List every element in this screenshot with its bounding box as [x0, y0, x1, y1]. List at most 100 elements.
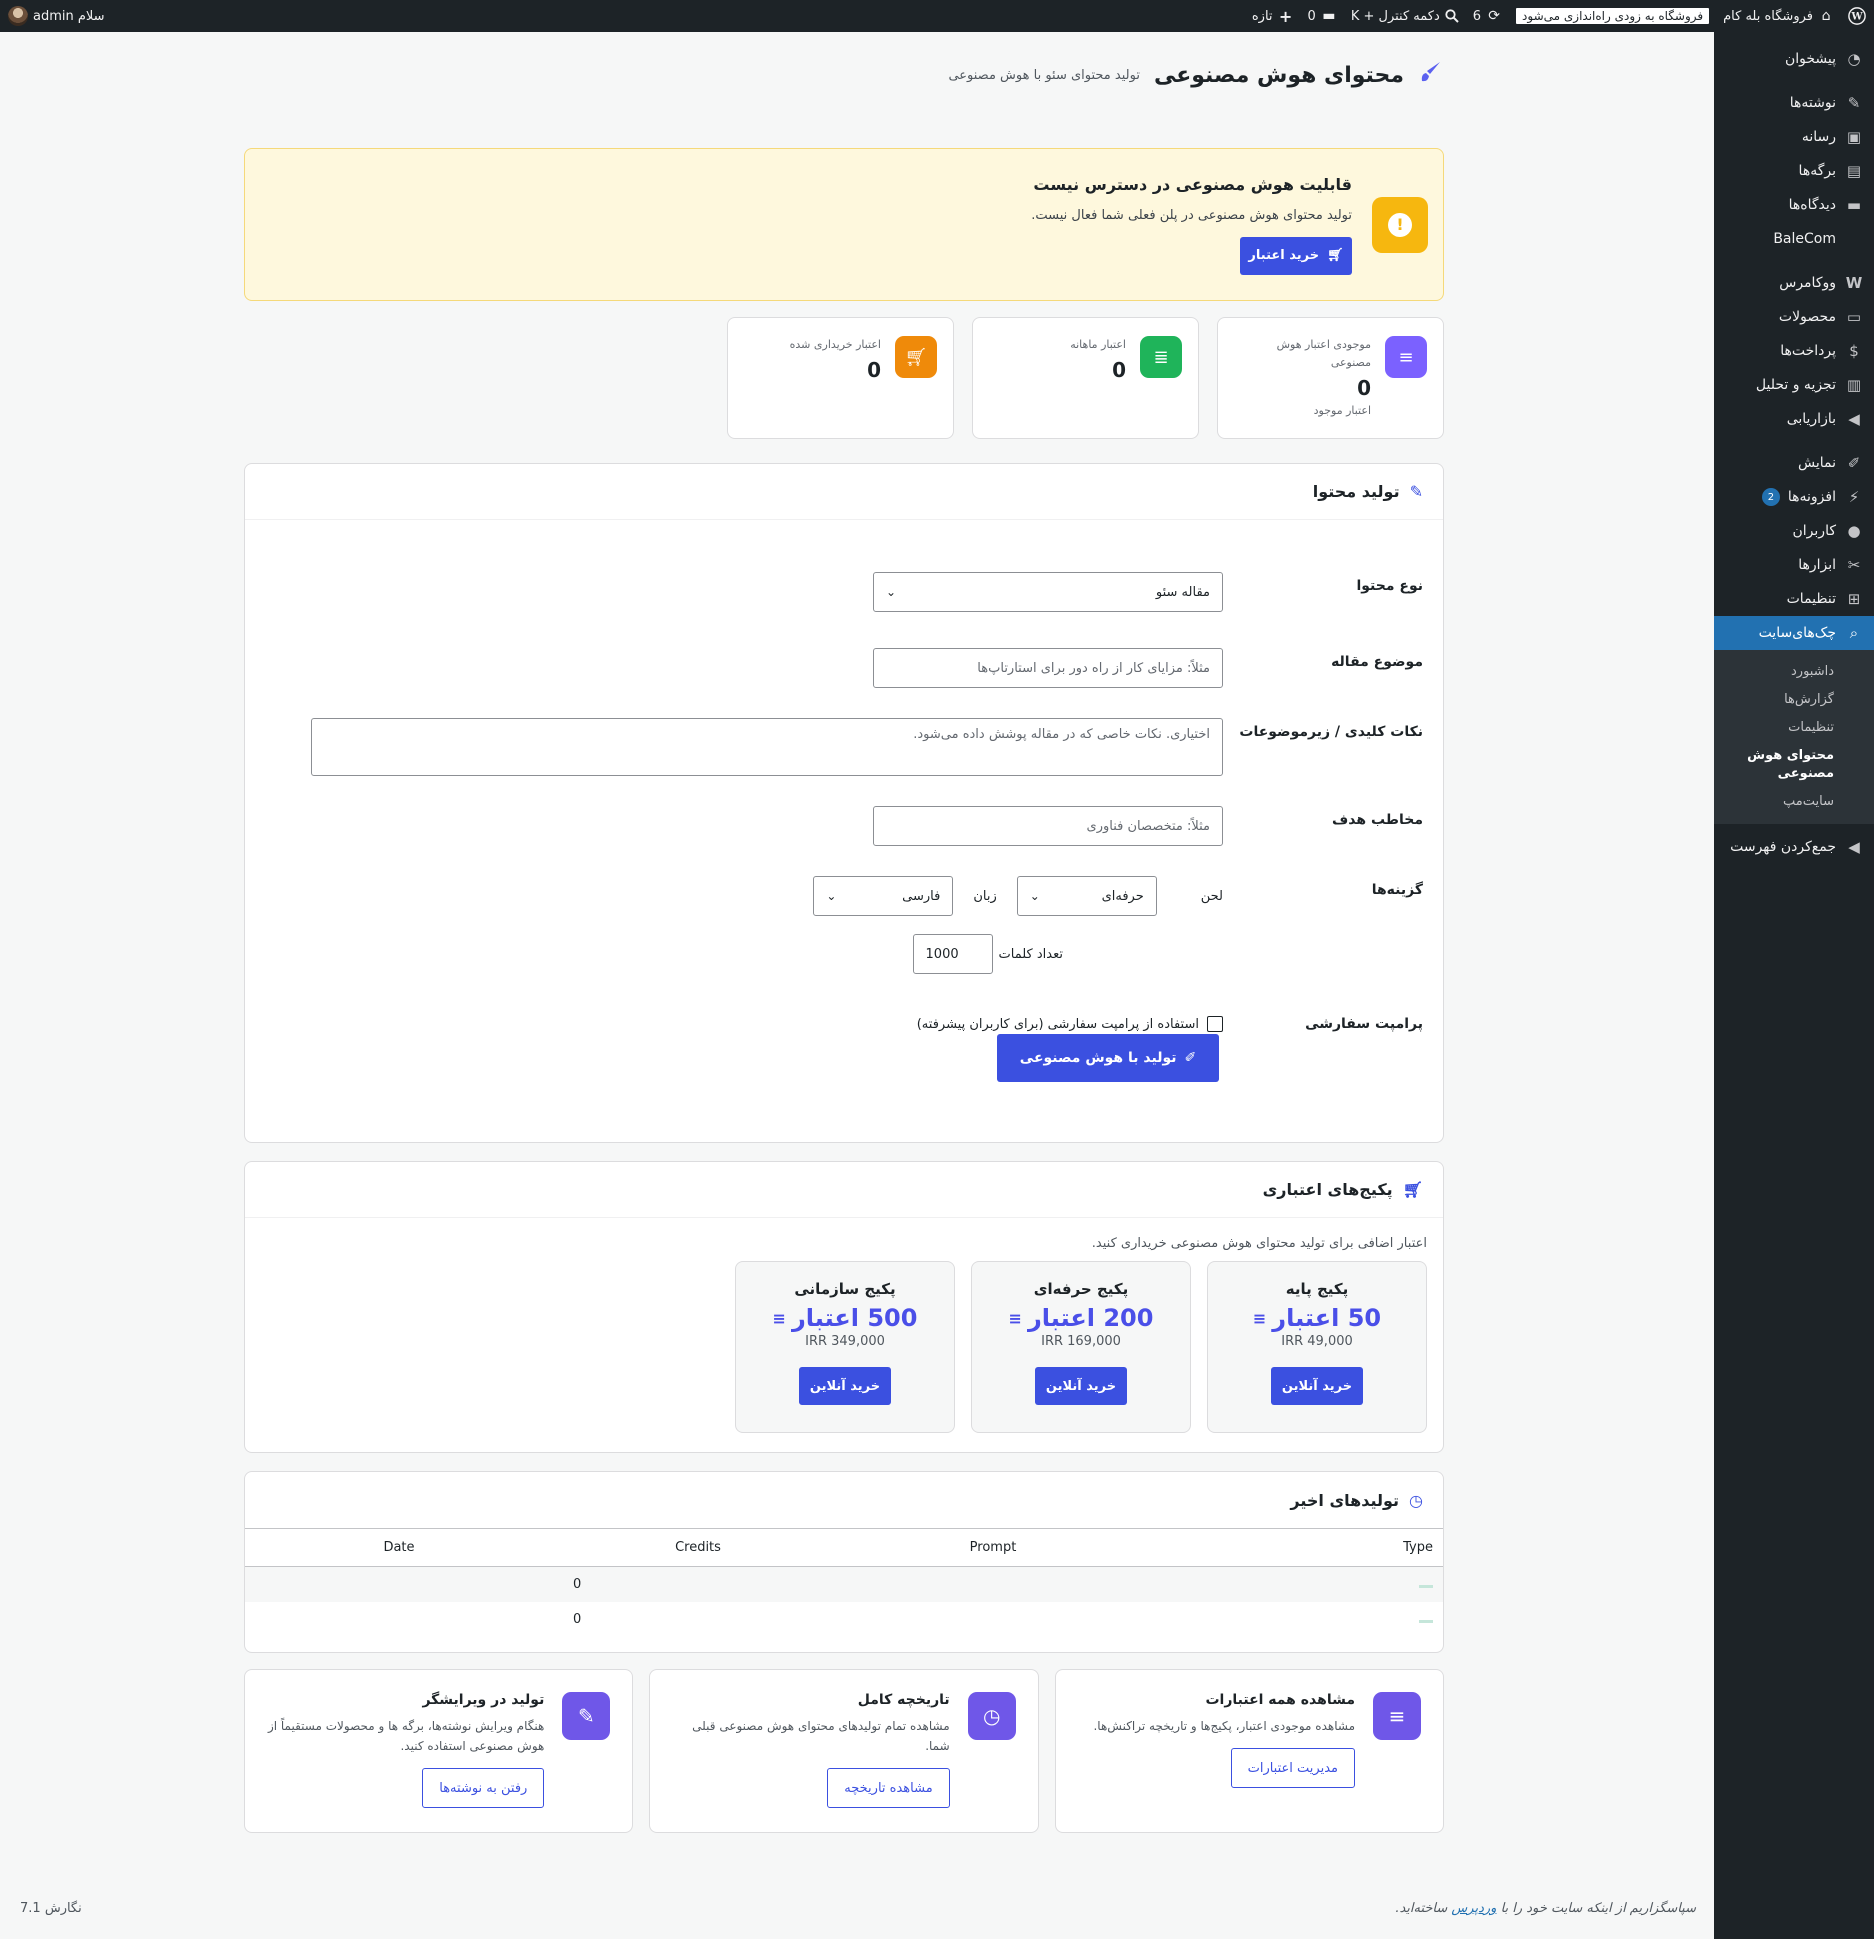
woo-icon: W [1845, 274, 1863, 292]
comment-icon: ▬ [1322, 8, 1336, 24]
clock-icon: ◷ [967, 1692, 1016, 1740]
recent-card-header: ◷ تولیدهای اخیر [1290, 1490, 1423, 1510]
brush-icon [1418, 59, 1444, 92]
sidebar-item-dashboard[interactable]: ◔ پیشخوان [1714, 42, 1874, 76]
site-checks-submenu: داشبورد گزارش‌ها تنظیمات محتوای هوش مصنو… [1714, 650, 1874, 824]
buy-package-pro-button[interactable]: خرید آنلاین [1035, 1367, 1127, 1405]
sidebar-item-site-checks[interactable]: ⌕ چک‌های‌سایت [1706, 616, 1874, 650]
submenu-ai-content[interactable]: محتوای هوش مصنوعی [1714, 742, 1874, 788]
ai-unavailable-notice: ! قابلیت هوش مصنوعی در دسترس نیست تولید … [244, 148, 1444, 301]
cart-icon: 🛒︎ [1402, 1180, 1423, 1199]
sidebar-item-plugins[interactable]: ⚡ افزونه‌ها 2 [1714, 480, 1874, 514]
sidebar-item-payments[interactable]: $ پرداخت‌ها [1714, 334, 1874, 368]
buy-package-basic-button[interactable]: خرید آنلاین [1271, 1367, 1363, 1405]
wordpress-logo-icon[interactable]: W [1848, 7, 1866, 25]
credit-stats: ≡ موجودی اعتبار هوش مصنوعی 0 اعتبار موجو… [244, 317, 1444, 439]
sidebar-item-balecom[interactable]: BaleCom [1714, 222, 1874, 256]
cart-icon: 🛒︎ [895, 336, 937, 378]
sidebar-item-comments[interactable]: ▬ دیدگاه‌ها [1714, 188, 1874, 222]
plugins-update-badge: 2 [1761, 488, 1780, 506]
command-search[interactable]: دکمه کنترل + K [1351, 9, 1459, 24]
pencil-icon: ✎ [562, 1692, 611, 1740]
admin-footer: سپاسگزاریم از اینکه سایت خود را با وردپر… [0, 1879, 1714, 1939]
page-header: محتوای هوش مصنوعی تولید محتوای سئو با هو… [244, 32, 1444, 108]
submenu-reports[interactable]: گزارش‌ها [1714, 686, 1874, 714]
recent-generations-card: ◷ تولیدهای اخیر Type Prompt Credits Date [244, 1471, 1444, 1653]
sidebar-item-settings[interactable]: ⊞ تنظیمات [1714, 582, 1874, 616]
sidebar-item-woocommerce[interactable]: W ووکامرس [1714, 266, 1874, 300]
buy-credit-button[interactable]: 🛒︎ خرید اعتبار [1240, 236, 1352, 275]
collapse-menu-button[interactable]: ◀ جمع‌کردن فهرست [1714, 830, 1874, 864]
footer-thanks: سپاسگزاریم از اینکه سایت خود را با وردپر… [1395, 1901, 1696, 1916]
avatar [8, 6, 28, 26]
plugins-icon: ⚡ [1848, 488, 1860, 506]
audience-input[interactable]: مثلاً: متخصصان فناوری [873, 806, 1223, 846]
users-icon: ● [1847, 522, 1861, 540]
column-prompt: Prompt [843, 1528, 1143, 1567]
chevron-down-icon: ⌄ [1029, 889, 1040, 903]
home-icon: ⌂ [1821, 8, 1831, 24]
my-account-link[interactable]: سلام admin [8, 6, 105, 26]
sidebar-item-media[interactable]: ▣ رسانه [1714, 120, 1874, 154]
generate-ai-button[interactable]: ✐ تولید با هوش مصنوعی [997, 1034, 1219, 1082]
footer-version: نگارش 7.1 [20, 1901, 82, 1916]
sidebar-item-pages[interactable]: ▤ برگه‌ها [1714, 154, 1874, 188]
sidebar-item-appearance[interactable]: ✐ نمایش [1714, 446, 1874, 480]
stat-monthly-credit: ≣ اعتبار ماهانه 0 [972, 317, 1199, 439]
keypoints-textarea[interactable]: اختیاری. نکات خاصی که در مقاله پوشش داده… [311, 718, 1223, 776]
database-icon: ≡ [1385, 336, 1427, 378]
topic-input[interactable]: مثلاً: مزایای کار از راه دور برای استارت… [873, 648, 1223, 688]
submenu-dashboard[interactable]: داشبورد [1714, 658, 1874, 686]
admin-sidebar: ◔ پیشخوان ✎ نوشته‌ها ▣ رسانه ▤ برگه‌ها ▬ دیدگ… [1706, 32, 1874, 1939]
database-icon: ≡ [1008, 1308, 1022, 1328]
search-icon: ⌕ [1849, 624, 1859, 642]
brush-icon: ✐ [1184, 1050, 1197, 1066]
tone-select[interactable]: حرفه‌ای ⌄ [1016, 876, 1157, 916]
wordpress-link[interactable]: وردپرس [1451, 1901, 1496, 1916]
collapse-icon: ◀ [1848, 838, 1860, 856]
notice-title: قابلیت هوش مصنوعی در دسترس نیست [1033, 174, 1352, 194]
sidebar-item-products[interactable]: ▭ محصولات [1714, 300, 1874, 334]
word-count-input[interactable]: 1000 [912, 934, 993, 974]
payments-icon: $ [1849, 342, 1859, 360]
sidebar-item-posts[interactable]: ✎ نوشته‌ها [1714, 86, 1874, 120]
submenu-sitemap[interactable]: سایت‌مپ [1714, 788, 1874, 816]
sidebar-item-users[interactable]: ● کاربران [1714, 514, 1874, 548]
sidebar-item-tools[interactable]: ✂ ابزارها [1714, 548, 1874, 582]
database-icon: ≡ [1373, 1692, 1421, 1740]
site-name-link[interactable]: ⌂ فروشگاه بله کام [1723, 8, 1834, 24]
sidebar-item-analytics[interactable]: ▥ تجزیه و تحلیل [1714, 368, 1874, 402]
clock-icon: ◷ [1409, 1490, 1423, 1510]
generate-card-header: ✎ تولید محتوا [245, 464, 1443, 520]
content-type-select[interactable]: مقاله سئو ⌄ [873, 572, 1223, 612]
updates-link[interactable]: ⟳ 6 [1473, 8, 1502, 24]
database-icon: ≡ [772, 1308, 786, 1328]
view-history-button[interactable]: مشاهده تاریخچه [827, 1768, 950, 1808]
refresh-icon: ⟳ [1488, 8, 1500, 24]
search-icon [1445, 9, 1459, 23]
page-subtitle: تولید محتوای سئو با هوش مصنوعی [948, 67, 1140, 83]
svg-text:W: W [1850, 12, 1863, 23]
packages-intro: اعتبار اضافی برای تولید محتوای هوش مصنوع… [1091, 1236, 1427, 1251]
type-indicator [1419, 1584, 1433, 1588]
feature-credits: ≡ مشاهده همه اعتبارات مشاهده موجودی اعتب… [1054, 1669, 1444, 1833]
submenu-settings[interactable]: تنظیمات [1714, 714, 1874, 742]
launch-notice-badge[interactable]: فروشگاه به زودی راه‌اندازی می‌شود [1516, 8, 1710, 24]
package-pro: پکیج حرفه‌ای 200 اعتبار ≡ IRR 169,000 خری… [971, 1261, 1191, 1433]
new-content-link[interactable]: + تازه [1252, 7, 1294, 26]
go-to-posts-button[interactable]: رفتن به نوشته‌ها [422, 1768, 545, 1808]
manage-credits-button[interactable]: مدیریت اعتبارات [1230, 1748, 1355, 1788]
table-row: 0 [245, 1566, 1443, 1602]
sidebar-item-marketing[interactable]: ◀ بازاریابی [1714, 402, 1874, 436]
pages-icon: ▤ [1846, 162, 1862, 180]
settings-icon: ⊞ [1847, 590, 1861, 608]
comments-link[interactable]: ▬ 0 [1308, 8, 1337, 24]
package-enterprise: پکیج سازمانی 500 اعتبار ≡ IRR 349,000 خری… [735, 1261, 955, 1433]
feature-cards: ≡ مشاهده همه اعتبارات مشاهده موجودی اعتب… [244, 1669, 1444, 1833]
buy-package-enterprise-button[interactable]: خرید آنلاین [799, 1367, 891, 1405]
column-type: Type [1143, 1528, 1443, 1567]
language-select[interactable]: فارسی ⌄ [813, 876, 954, 916]
chevron-down-icon: ⌄ [826, 889, 837, 903]
type-indicator [1419, 1619, 1433, 1623]
custom-prompt-checkbox[interactable] [1207, 1016, 1223, 1032]
